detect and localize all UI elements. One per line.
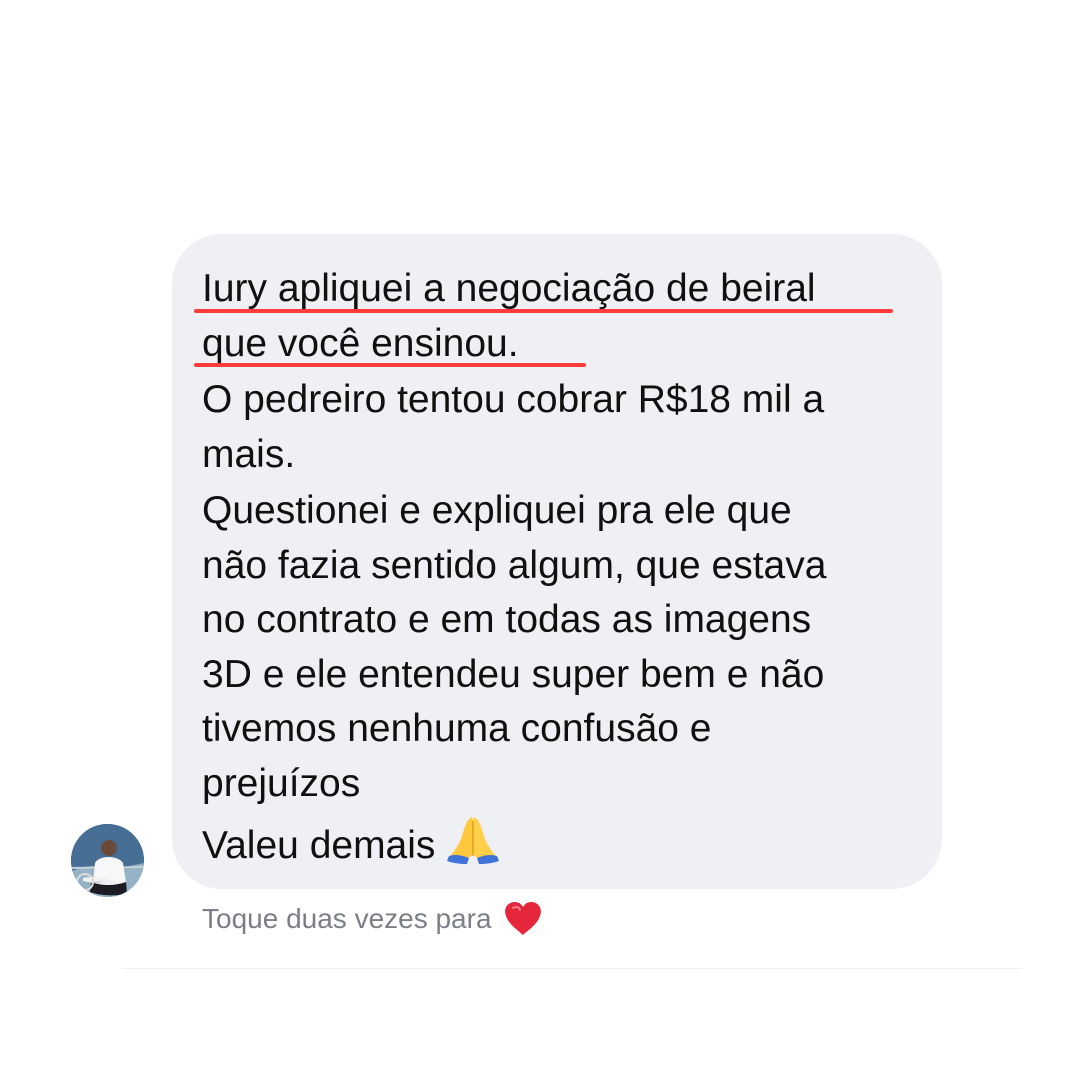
message-line: tivemos nenhuma confusão e (202, 707, 712, 750)
avatar-photo-icon (71, 824, 144, 897)
message-line: O pedreiro tentou cobrar R$18 mil a (202, 378, 825, 421)
message-line: Questionei e expliquei pra ele que (202, 489, 792, 532)
message-line: no contrato e em todas as imagens (202, 598, 812, 641)
praying-hands-icon (445, 811, 501, 867)
message-highlight-underline (194, 363, 586, 367)
message-highlight-underline (194, 309, 893, 313)
double-tap-reaction-hint[interactable]: Toque duas vezes para (202, 899, 542, 939)
message-line: não fazia sentido algum, que estava (202, 543, 827, 587)
message-line-last: Valeu demais (202, 811, 912, 874)
message-line: prejuízos (202, 761, 361, 805)
heart-icon[interactable] (504, 901, 542, 937)
message-line: mais. (202, 432, 296, 476)
message-line: 3D e ele entendeu super bem e não (202, 652, 825, 696)
message-sign-off: Valeu demais (202, 824, 436, 867)
chat-screen: Iury apliquei a negociação de beiral que… (0, 0, 1080, 1080)
message-text: Iury apliquei a negociação de beiral que… (202, 262, 912, 874)
chat-divider (122, 968, 1022, 969)
message-bubble[interactable]: Iury apliquei a negociação de beiral que… (172, 234, 942, 889)
sender-avatar[interactable] (71, 824, 144, 897)
double-tap-hint-text: Toque duas vezes para (202, 903, 492, 934)
